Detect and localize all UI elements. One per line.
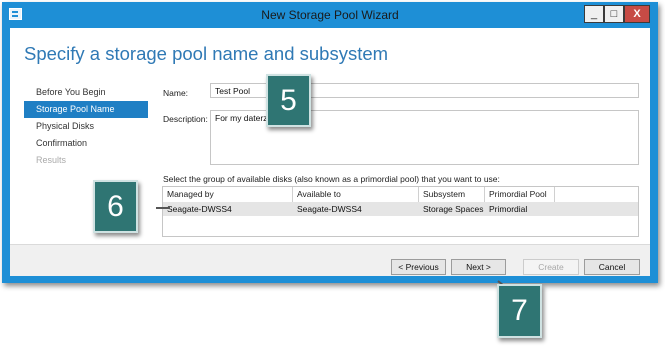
column-header-managed-by[interactable]: Managed by xyxy=(163,187,293,202)
nav-item-confirmation[interactable]: Confirmation xyxy=(24,135,148,152)
column-header-primordial-pool[interactable]: Primordial Pool xyxy=(485,187,555,202)
callout-badge-7: 7 xyxy=(497,284,542,338)
callout-badge-6: 6 xyxy=(93,180,138,233)
page-heading: Specify a storage pool name and subsyste… xyxy=(24,43,389,64)
nav-item-results: Results xyxy=(36,155,67,165)
wizard-window: New Storage Pool Wizard _ □ X Specify a … xyxy=(2,2,658,283)
maximize-button[interactable]: □ xyxy=(604,5,624,23)
close-button[interactable]: X xyxy=(624,5,650,23)
wizard-content: Specify a storage pool name and subsyste… xyxy=(10,28,650,276)
nav-item-physical-disks[interactable]: Physical Disks xyxy=(24,118,148,135)
wizard-step-nav: Before You Begin Storage Pool Name Physi… xyxy=(24,84,148,169)
button-bar: < Previous Next > Create Cancel xyxy=(10,244,650,276)
description-label: Description: xyxy=(163,114,208,124)
cell-primordial-pool: Primordial xyxy=(489,204,528,214)
disk-group-prompt: Select the group of available disks (als… xyxy=(163,174,500,184)
cell-available-to: Seagate-DWSS4 xyxy=(297,204,362,214)
callout-6-connector xyxy=(156,207,170,209)
callout-badge-5: 5 xyxy=(266,74,311,127)
column-header-available-to[interactable]: Available to xyxy=(293,187,419,202)
previous-button[interactable]: < Previous xyxy=(391,259,446,275)
cell-managed-by: Seagate-DWSS4 xyxy=(167,204,232,214)
primordial-pool-grid: Managed by Available to Subsystem Primor… xyxy=(162,186,639,237)
column-header-subsystem[interactable]: Subsystem xyxy=(419,187,485,202)
minimize-button[interactable]: _ xyxy=(584,5,604,23)
title-bar[interactable]: New Storage Pool Wizard _ □ X xyxy=(2,2,658,28)
name-label: Name: xyxy=(163,88,189,98)
next-button[interactable]: Next > xyxy=(451,259,506,275)
cancel-button[interactable]: Cancel xyxy=(584,259,640,275)
create-button: Create xyxy=(523,259,579,275)
window-title: New Storage Pool Wizard xyxy=(261,8,399,22)
table-row[interactable]: Seagate-DWSS4 Seagate-DWSS4 Storage Spac… xyxy=(163,202,638,216)
cell-subsystem: Storage Spaces xyxy=(423,204,484,214)
nav-item-before-you-begin[interactable]: Before You Begin xyxy=(24,84,148,101)
nav-item-storage-pool-name[interactable]: Storage Pool Name xyxy=(24,101,148,118)
